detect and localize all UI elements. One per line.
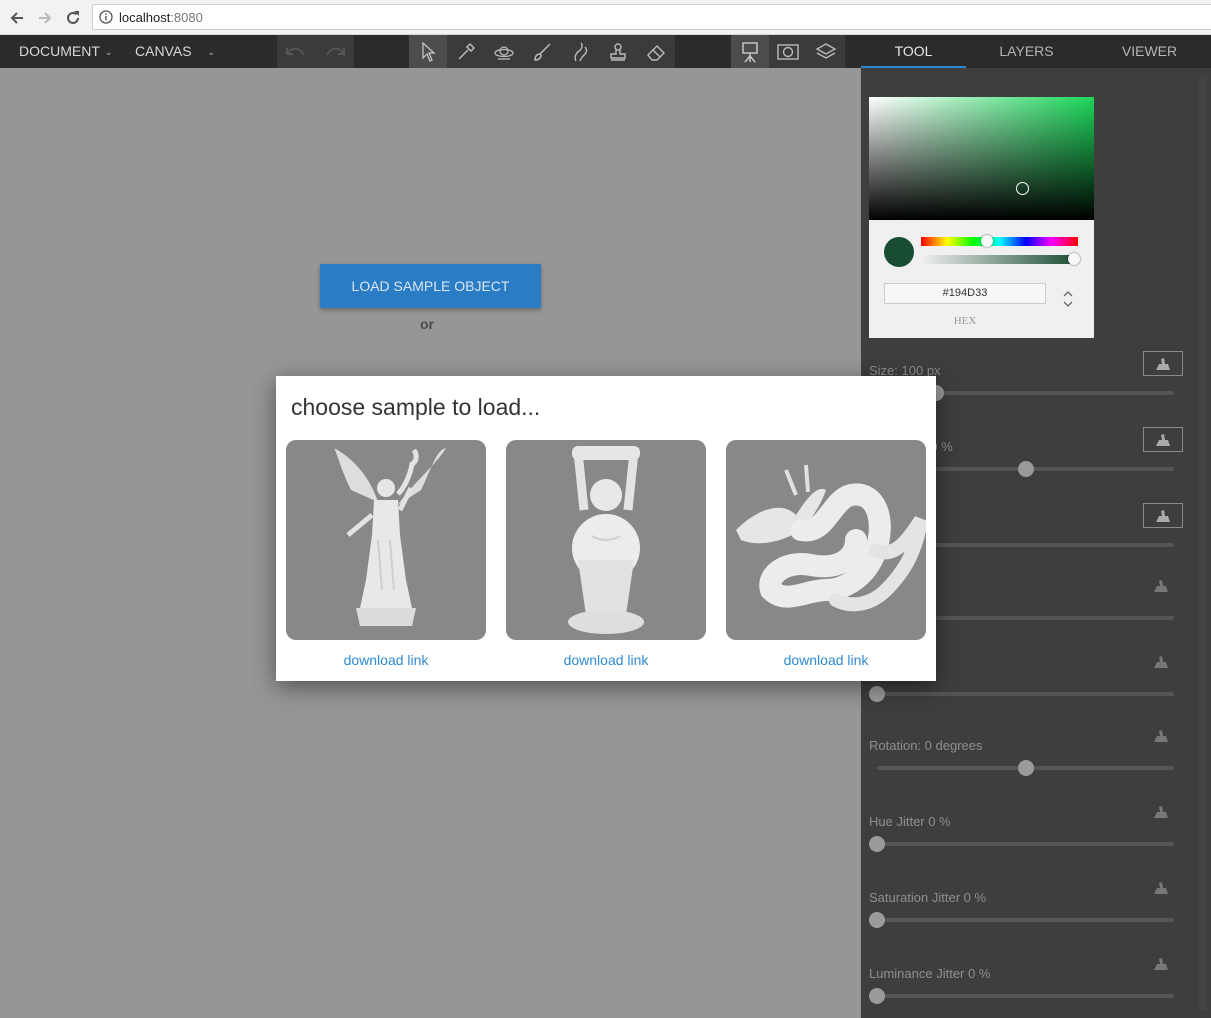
redo-button[interactable] bbox=[316, 35, 354, 68]
pressure-toggle-icon[interactable] bbox=[1152, 804, 1170, 825]
hue-slider[interactable] bbox=[921, 235, 1078, 247]
chevron-down-icon: ⌄ bbox=[104, 47, 113, 57]
download-link[interactable]: download link bbox=[726, 652, 926, 668]
brush-setting-row: Hue Jitter 0 % bbox=[869, 806, 1189, 874]
brush-setting-row: Saturation Jitter 0 % bbox=[869, 882, 1189, 950]
flat-view-button[interactable] bbox=[769, 35, 807, 68]
slider-label: Saturation Jitter 0 % bbox=[869, 890, 987, 905]
hex-format-label: HEX bbox=[953, 315, 977, 327]
sample-card[interactable]: download link bbox=[726, 440, 926, 674]
pressure-toggle-icon[interactable] bbox=[1152, 728, 1170, 749]
orbit-tool-button[interactable] bbox=[485, 35, 523, 68]
pressure-toggle-icon[interactable] bbox=[1152, 578, 1170, 599]
url-text: localhost:8080 bbox=[119, 10, 203, 25]
hue-slider-handle[interactable] bbox=[981, 235, 993, 247]
slider-label: Hue Jitter 0 % bbox=[869, 814, 951, 829]
stamp-tool-button[interactable] bbox=[599, 35, 637, 68]
pressure-toggle-icon[interactable] bbox=[1143, 351, 1183, 376]
eyedropper-tool-button[interactable] bbox=[447, 35, 485, 68]
sample-card[interactable]: download link bbox=[506, 440, 706, 674]
chevron-down-icon: ⌄ bbox=[207, 47, 216, 57]
slider-thumb[interactable] bbox=[869, 836, 885, 852]
pressure-toggle-icon[interactable] bbox=[1143, 427, 1183, 452]
color-swatch bbox=[884, 237, 914, 267]
easel-view-button[interactable] bbox=[731, 35, 769, 68]
slider-track[interactable] bbox=[877, 994, 1174, 998]
slider-thumb[interactable] bbox=[869, 988, 885, 1004]
back-arrow-icon[interactable] bbox=[6, 7, 28, 29]
info-icon[interactable] bbox=[99, 10, 113, 29]
smudge-tool-button[interactable] bbox=[561, 35, 599, 68]
tab-tool[interactable]: TOOL bbox=[861, 35, 966, 68]
or-text: or bbox=[420, 316, 434, 332]
brush-setting-row: Rotation: 0 degrees bbox=[869, 730, 1189, 798]
pressure-toggle-icon[interactable] bbox=[1152, 654, 1170, 675]
dialog-title: choose sample to load... bbox=[291, 394, 541, 420]
brush-setting-row: Luminance Jitter 0 % bbox=[869, 958, 1189, 1018]
format-toggle-icon[interactable] bbox=[1063, 289, 1073, 314]
menu-canvas[interactable]: CANVAS ⌄ bbox=[135, 35, 215, 68]
alpha-slider-handle[interactable] bbox=[1068, 253, 1080, 265]
undo-button[interactable] bbox=[277, 35, 315, 68]
load-sample-button[interactable]: LOAD SAMPLE OBJECT bbox=[320, 264, 541, 308]
download-link[interactable]: download link bbox=[286, 652, 486, 668]
slider-thumb[interactable] bbox=[1017, 461, 1034, 477]
pressure-toggle-icon[interactable] bbox=[1152, 880, 1170, 901]
color-picker: #194D33 HEX bbox=[869, 97, 1094, 338]
alpha-slider[interactable] bbox=[921, 253, 1080, 265]
history-group bbox=[277, 35, 354, 68]
saturation-handle[interactable] bbox=[1016, 182, 1029, 195]
browser-toolbar: localhost:8080 bbox=[0, 0, 1211, 35]
tab-viewer[interactable]: VIEWER bbox=[1097, 35, 1202, 68]
menu-document-label: DOCUMENT bbox=[19, 43, 100, 59]
view-group bbox=[731, 35, 845, 68]
saturation-value-area[interactable] bbox=[869, 97, 1094, 220]
panel-scrollbar[interactable] bbox=[1199, 75, 1207, 1010]
brush-tool-button[interactable] bbox=[523, 35, 561, 68]
slider-thumb[interactable] bbox=[869, 686, 885, 702]
slider-track[interactable] bbox=[877, 692, 1174, 696]
menu-canvas-label: CANVAS bbox=[135, 43, 192, 59]
sample-thumbnail-angel[interactable] bbox=[286, 440, 486, 640]
sample-dialog: choose sample to load... download link d… bbox=[276, 376, 936, 681]
sample-thumbnail-buddha[interactable] bbox=[506, 440, 706, 640]
slider-track[interactable] bbox=[877, 918, 1174, 922]
sample-card[interactable]: download link bbox=[286, 440, 486, 674]
slider-thumb[interactable] bbox=[1017, 760, 1034, 776]
forward-arrow-icon[interactable] bbox=[34, 7, 56, 29]
panel-tabs: TOOL LAYERS VIEWER bbox=[861, 35, 1211, 68]
tool-group bbox=[409, 35, 675, 68]
slider-label: Luminance Jitter 0 % bbox=[869, 966, 991, 981]
slider-track[interactable] bbox=[877, 842, 1174, 846]
slider-label: Rotation: 0 degrees bbox=[869, 738, 983, 753]
app-toolbar: DOCUMENT ⌄ CANVAS ⌄ bbox=[0, 35, 861, 68]
reload-icon[interactable] bbox=[62, 7, 84, 29]
pressure-toggle-icon[interactable] bbox=[1152, 956, 1170, 977]
menu-document[interactable]: DOCUMENT ⌄ bbox=[19, 35, 112, 68]
address-bar[interactable]: localhost:8080 bbox=[92, 4, 1211, 30]
slider-thumb[interactable] bbox=[869, 912, 885, 928]
layers-view-button[interactable] bbox=[807, 35, 845, 68]
eraser-tool-button[interactable] bbox=[637, 35, 675, 68]
select-tool-button[interactable] bbox=[409, 35, 447, 68]
download-link[interactable]: download link bbox=[506, 652, 706, 668]
tab-layers[interactable]: LAYERS bbox=[974, 35, 1079, 68]
sample-thumbnail-dragon[interactable] bbox=[726, 440, 926, 640]
pressure-toggle-icon[interactable] bbox=[1143, 503, 1183, 528]
hex-input[interactable]: #194D33 bbox=[884, 283, 1046, 304]
